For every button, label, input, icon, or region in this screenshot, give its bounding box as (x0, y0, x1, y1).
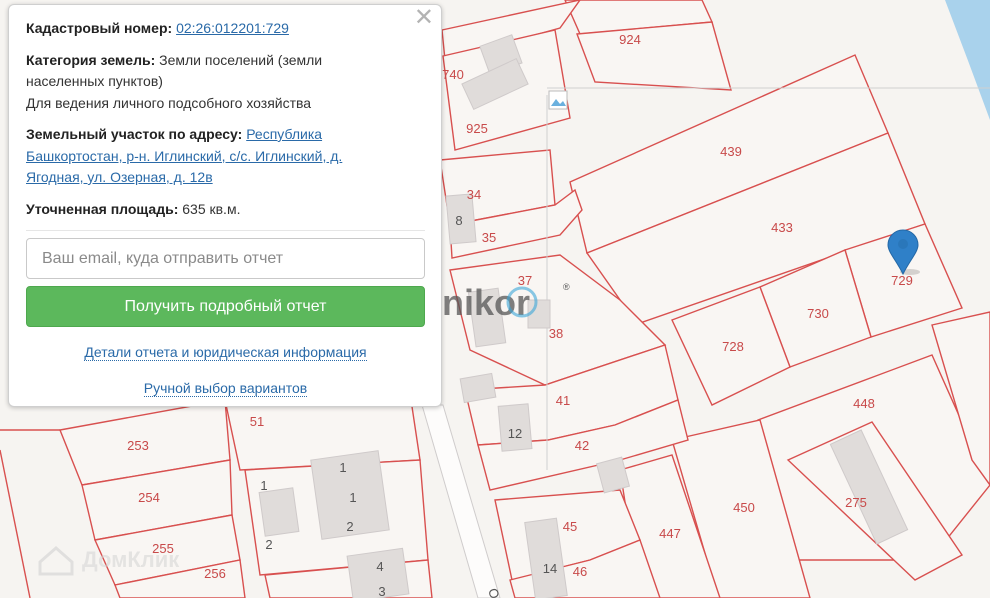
building-number: 8 (455, 213, 462, 228)
plot-label: 433 (771, 220, 793, 235)
plot-label: 729 (891, 273, 913, 288)
building-number: 14 (543, 561, 557, 576)
land-usage-value: Для ведения личного подсобного хозяйства (26, 94, 312, 111)
manual-selection-link[interactable]: Ручной выбор вариантов (26, 378, 425, 400)
svg-text:ДомКлик: ДомКлик (82, 547, 180, 572)
plot-label: 450 (733, 500, 755, 515)
email-input[interactable] (26, 238, 425, 279)
report-details-link[interactable]: Детали отчета и юридическая информация (26, 342, 425, 364)
close-icon[interactable]: ✕ (414, 6, 434, 29)
building-number: 1 (260, 478, 267, 493)
get-report-button[interactable]: Получить подробный отчет (26, 286, 425, 327)
plot-label: 740 (442, 67, 464, 82)
building-number: 12 (508, 426, 522, 441)
plot-label: 42 (575, 438, 589, 453)
address-link-2[interactable]: Башкортостан, р-н. Иглинский, с/с. Иглин… (26, 148, 342, 164)
building (459, 372, 497, 404)
plot-label: 38 (549, 326, 563, 341)
cadastral-number-link[interactable]: 02:26:012201:729 (176, 20, 289, 36)
building-number: 2 (346, 519, 353, 534)
address-link-3[interactable]: Ягодная, ул. Озерная, д. 12в (26, 169, 213, 185)
plot-label: 254 (138, 490, 160, 505)
plot-label: 253 (127, 438, 149, 453)
domclick-watermark: ДомКлик (38, 546, 180, 576)
building (595, 456, 631, 494)
land-category-value: Земли поселений (земли (155, 51, 323, 68)
plot-label: 45 (563, 519, 577, 534)
plot-label: 730 (807, 306, 829, 321)
plot-label: 925 (466, 121, 488, 136)
plot-924 (576, 21, 732, 91)
plot-label: 924 (619, 32, 641, 47)
building (258, 487, 300, 537)
divider (26, 230, 425, 231)
building-number: 2 (265, 537, 272, 552)
plot-label: 51 (250, 414, 264, 429)
broken-image-icon (548, 90, 568, 110)
water-area (945, 0, 990, 120)
plot-label: 728 (722, 339, 744, 354)
svg-text:®: ® (563, 282, 570, 292)
building-number: 1 (339, 460, 346, 475)
area-value: 635 кв.м. (178, 200, 241, 217)
plot-label: 447 (659, 526, 681, 541)
plot-label: 35 (482, 230, 496, 245)
address-link-1[interactable]: Республика (246, 126, 322, 142)
plot-label: 275 (845, 495, 867, 510)
plot-label: 448 (853, 396, 875, 411)
building-number: 4 (376, 559, 383, 574)
plot-label: 34 (467, 187, 481, 202)
address-label: Земельный участок по адресу: (26, 126, 243, 142)
plot-label: 439 (720, 144, 742, 159)
land-category-value-2: населенных пунктов) (26, 73, 163, 89)
plot-label: 46 (573, 564, 587, 579)
building-number: 3 (378, 584, 385, 598)
plot-label: 256 (204, 566, 226, 581)
plot-label: 41 (556, 393, 570, 408)
cadastral-number-label: Кадастровый номер: (26, 20, 173, 36)
area-label: Уточненная площадь: (26, 200, 179, 217)
land-category-label: Категория земель: (26, 51, 156, 68)
building-number: 1 (349, 490, 356, 505)
cadastral-info-card: ✕ Кадастровый номер: 02:26:012201:729 Ка… (8, 4, 442, 407)
